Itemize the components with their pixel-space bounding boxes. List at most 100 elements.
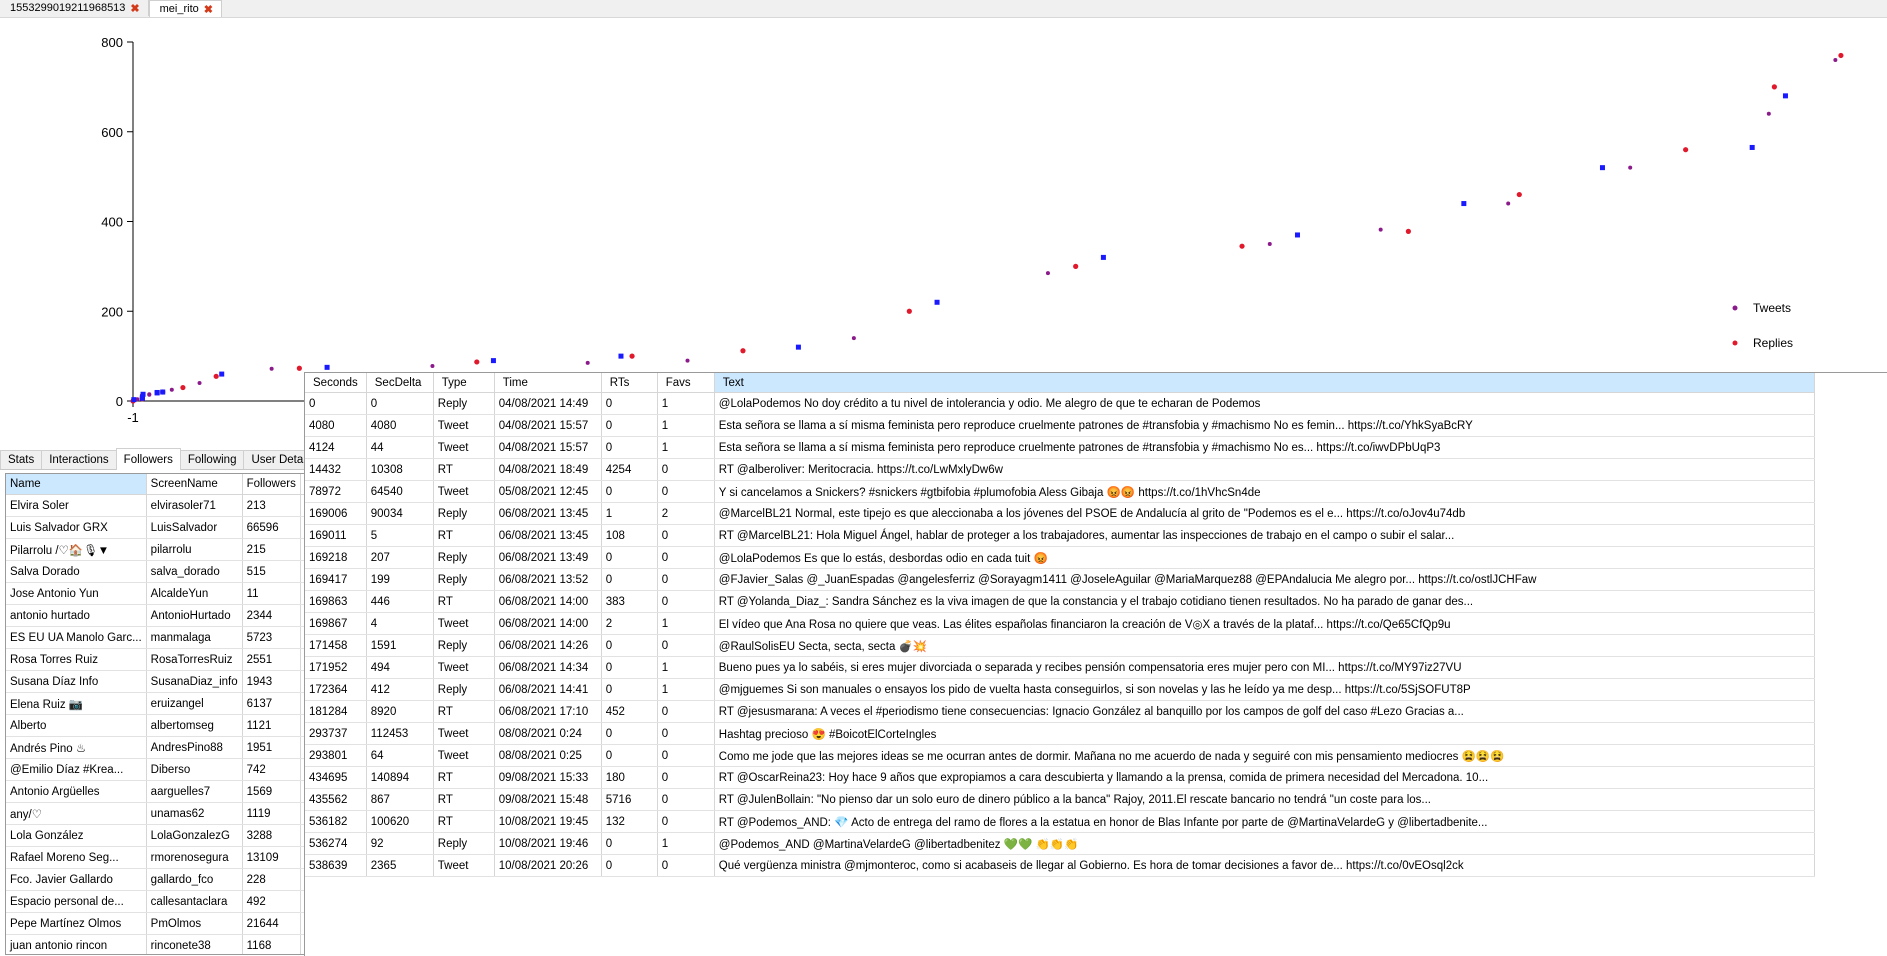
point-rts — [219, 371, 225, 377]
follower-row[interactable]: Fco. Javier Gallardogallardo_fco228542 — [6, 868, 354, 891]
cell-text: RT @MarcelBL21: Hola Miguel Ángel, habla… — [714, 524, 1815, 547]
column-header-name[interactable]: Name — [6, 474, 147, 495]
cell-time: 10/08/2021 19:46 — [494, 832, 602, 855]
cell-screenname: aarguelles7 — [146, 780, 243, 803]
cell-time: 08/08/2021 0:25 — [494, 744, 602, 767]
cell-favs: 1 — [657, 436, 715, 459]
tweet-row[interactable]: 169006 90034 Reply 06/08/2021 13:45 1 2 @Marce… — [305, 502, 1815, 525]
cell-name: @Emilio Díaz #Krea... — [6, 758, 147, 781]
tweet-row[interactable]: 78972 64540 Tweet 05/08/2021 12:45 0 0 Y si ca… — [305, 480, 1815, 503]
tweet-row[interactable]: 181284 8920 RT 06/08/2021 17:10 452 0 RT @jesu… — [305, 700, 1815, 723]
tweet-row[interactable]: 435562 867 RT 09/08/2021 15:48 5716 0 RT @Jule… — [305, 788, 1815, 811]
follower-row[interactable]: juan antonio rinconrinconete3811682549 — [6, 934, 354, 954]
doc-tab-user[interactable]: mei_rito ✖ — [148, 0, 222, 17]
cell-secdelta: 5 — [366, 524, 434, 547]
cell-rts: 0 — [601, 854, 658, 877]
cell-rts: 0 — [601, 568, 658, 591]
follower-row[interactable]: Pepe Martínez OlmosPmOlmos2164423745 — [6, 912, 354, 935]
tweet-row[interactable]: 171952 494 Tweet 06/08/2021 14:34 0 1 Bueno pu… — [305, 656, 1815, 679]
tab-followers[interactable]: Followers — [115, 448, 181, 470]
tab-interactions[interactable]: Interactions — [41, 450, 117, 469]
cell-seconds: 0 — [305, 392, 367, 415]
tweet-row[interactable]: 14432 10308 RT 04/08/2021 18:49 4254 0 RT @alb… — [305, 458, 1815, 481]
cell-seconds: 78972 — [305, 480, 367, 503]
cell-rts: 0 — [601, 414, 658, 437]
cell-rts: 5716 — [601, 788, 658, 811]
tweet-row[interactable]: 536274 92 Reply 10/08/2021 19:46 0 1 @Podemos_… — [305, 832, 1815, 855]
cell-type: Tweet — [433, 854, 495, 877]
follower-row[interactable]: any/♡unamas6211191799 — [6, 802, 354, 825]
cell-screenname: rmorenosegura — [146, 846, 243, 869]
follower-row[interactable]: Susana Díaz InfoSusanaDiaz_info1943353 — [6, 670, 354, 693]
cell-name: Rafael Moreno Seg... — [6, 846, 147, 869]
column-header-favs[interactable]: Favs — [657, 373, 715, 393]
follower-row[interactable]: Pilarrolu /♡🏠🎙▼pilarrolu215415 — [6, 538, 354, 561]
tweet-row[interactable]: 538639 2365 Tweet 10/08/2021 20:26 0 0 Qué ver… — [305, 854, 1815, 877]
tweet-row[interactable]: 293737 112453 Tweet 08/08/2021 0:24 0 0 Hashta… — [305, 722, 1815, 745]
follower-row[interactable]: Elena Ruiz 📷eruizangel61373209 — [6, 692, 354, 715]
cell-seconds: 172364 — [305, 678, 367, 701]
follower-row[interactable]: Antonio Argüellesaarguelles715691569 — [6, 780, 354, 803]
tweet-row[interactable]: 169867 4 Tweet 06/08/2021 14:00 2 1 El vídeo q… — [305, 612, 1815, 635]
column-header-rts[interactable]: RTs — [601, 373, 658, 393]
follower-row[interactable]: Rosa Torres RuizRosaTorresRuiz2551854 — [6, 648, 354, 671]
column-header-type[interactable]: Type — [433, 373, 495, 393]
cell-text: RT @Podemos_AND: 💎 Acto de entrega del r… — [714, 810, 1815, 833]
follower-row[interactable]: Rafael Moreno Seg...rmorenosegura1310996… — [6, 846, 354, 869]
tab-following[interactable]: Following — [179, 450, 245, 469]
tweet-row[interactable]: 169011 5 RT 06/08/2021 13:45 108 0 RT @MarcelB… — [305, 524, 1815, 547]
cell-screenname: AntonioHurtado — [146, 604, 243, 627]
y-tick-label: 400 — [101, 215, 123, 230]
cell-secdelta: 64 — [366, 744, 434, 767]
follower-row[interactable]: Albertoalbertomseg11211932 — [6, 714, 354, 737]
cell-seconds: 169867 — [305, 612, 367, 635]
follower-row[interactable]: Andrés Pino ♨AndresPino8819512038 — [6, 736, 354, 759]
column-header-time[interactable]: Time — [494, 373, 602, 393]
cell-name: juan antonio rincon — [6, 934, 147, 954]
doc-tab-tweet-id[interactable]: 1553299019211968513 ✖ — [0, 0, 149, 16]
tab-stats[interactable]: Stats — [0, 450, 43, 469]
cell-seconds: 536274 — [305, 832, 367, 855]
follower-row[interactable]: Luis Salvador GRXLuisSalvador6659657928 — [6, 516, 354, 539]
tweet-row[interactable]: 536182 100620 RT 10/08/2021 19:45 132 0 RT @Po… — [305, 810, 1815, 833]
cell-followers: 2344 — [242, 604, 301, 627]
follower-row[interactable]: Jose Antonio YunAlcaldeYun1151 — [6, 582, 354, 605]
tweet-row[interactable]: 172364 412 Reply 06/08/2021 14:41 0 1 @mjgueme… — [305, 678, 1815, 701]
follower-row[interactable]: Salva Doradosalva_dorado515537 — [6, 560, 354, 583]
cell-name: Espacio personal de... — [6, 890, 147, 913]
tweet-row[interactable]: 293801 64 Tweet 08/08/2021 0:25 0 0 Como me jo… — [305, 744, 1815, 767]
column-header-seconds[interactable]: Seconds — [305, 373, 367, 393]
column-header-secdelta[interactable]: SecDelta — [366, 373, 434, 393]
tweet-row[interactable]: 169218 207 Reply 06/08/2021 13:49 0 0 @LolaPod… — [305, 546, 1815, 569]
tweet-row[interactable]: 169417 199 Reply 06/08/2021 13:52 0 0 @FJavier… — [305, 568, 1815, 591]
tweet-row[interactable]: 4080 4080 Tweet 04/08/2021 15:57 0 1 Esta seño… — [305, 414, 1815, 437]
follower-row[interactable]: @Emilio Díaz #Krea...Diberso7424178 — [6, 758, 354, 781]
tweet-row[interactable]: 0 0 Reply 04/08/2021 14:49 0 1 @LolaPodemos No… — [305, 392, 1815, 415]
follower-row[interactable]: ES EU UA Manolo Garc...manmalaga57235446 — [6, 626, 354, 649]
tweet-row[interactable]: 169863 446 RT 06/08/2021 14:00 383 0 RT @Yolan… — [305, 590, 1815, 613]
follower-row[interactable]: Elvira Solerelvirasoler71213375 — [6, 494, 354, 517]
tweet-row[interactable]: 434695 140894 RT 09/08/2021 15:33 180 0 RT @Os… — [305, 766, 1815, 789]
cell-secdelta: 446 — [366, 590, 434, 613]
point-replies — [1516, 191, 1522, 198]
column-header-followers[interactable]: Followers — [242, 474, 301, 495]
cell-secdelta: 64540 — [366, 480, 434, 503]
cell-rts: 383 — [601, 590, 658, 613]
column-header-text[interactable]: Text — [714, 373, 1815, 393]
point-tweets — [1833, 57, 1838, 62]
cell-type: RT — [433, 766, 495, 789]
point-rts — [934, 299, 940, 305]
followers-panel: NameScreenNameFollowersFollowing Elvira … — [5, 473, 355, 955]
tweet-row[interactable]: 171458 1591 Reply 06/08/2021 14:26 0 0 @RaulSo… — [305, 634, 1815, 657]
cell-type: Reply — [433, 832, 495, 855]
close-icon[interactable]: ✖ — [130, 2, 139, 15]
follower-row[interactable]: antonio hurtadoAntonioHurtado23441122 — [6, 604, 354, 627]
follower-row[interactable]: Lola GonzálezLolaGonzalezG32883682 — [6, 824, 354, 847]
close-icon[interactable]: ✖ — [204, 3, 213, 16]
follower-row[interactable]: Espacio personal de... callesantaclara 492… — [6, 890, 354, 913]
point-rts — [1294, 232, 1300, 238]
column-header-screenname[interactable]: ScreenName — [146, 474, 243, 495]
tweet-row[interactable]: 4124 44 Tweet 04/08/2021 15:57 0 1 Esta señora… — [305, 436, 1815, 459]
cell-time: 04/08/2021 15:57 — [494, 436, 602, 459]
cell-text: Y si cancelamos a Snickers? #snickers #g… — [714, 480, 1815, 503]
